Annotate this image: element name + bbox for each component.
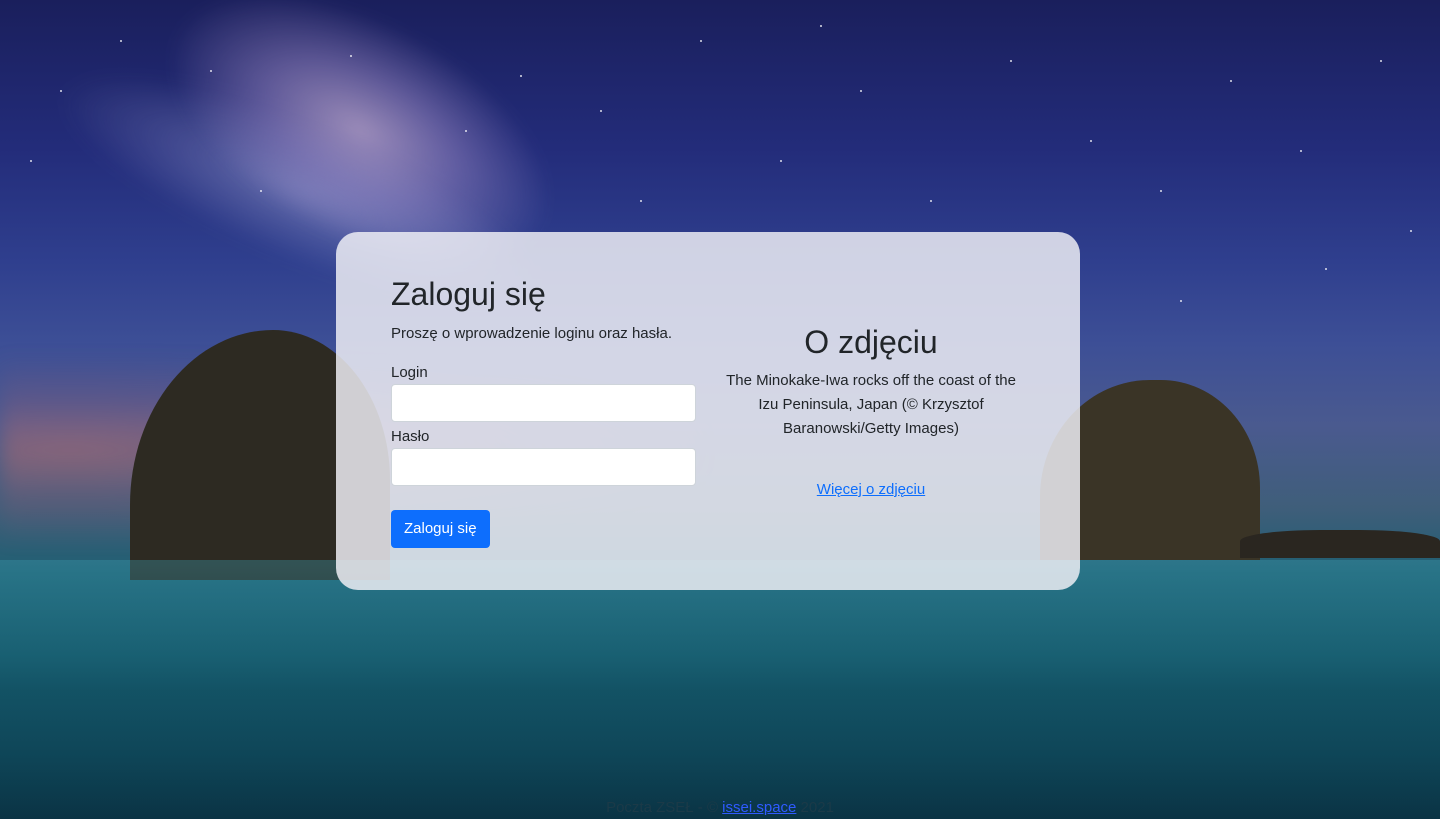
- star: [780, 160, 782, 162]
- footer: Poczta ZSEŁ - © issei.space 2021: [0, 798, 1440, 818]
- star: [1180, 300, 1182, 302]
- login-input[interactable]: [391, 384, 696, 422]
- star: [30, 160, 32, 162]
- star: [465, 130, 467, 132]
- login-title: Zaloguj się: [391, 276, 546, 312]
- star: [520, 75, 522, 77]
- star: [120, 40, 122, 42]
- photo-info-title: O zdjęciu: [804, 324, 938, 360]
- star: [350, 55, 352, 57]
- star: [1380, 60, 1382, 62]
- footer-prefix: Poczta ZSEŁ - ©: [606, 799, 718, 816]
- star: [1090, 140, 1092, 142]
- footer-year: 2021: [800, 799, 834, 816]
- photo-info: O zdjęciu The Minokake-Iwa rocks off the…: [726, 322, 1016, 499]
- star: [930, 200, 932, 202]
- star: [1230, 80, 1232, 82]
- footer-site-link[interactable]: issei.space: [722, 799, 796, 816]
- more-about-photo-link[interactable]: Więcej o zdjęciu: [817, 481, 925, 498]
- star: [860, 90, 862, 92]
- star: [600, 110, 602, 112]
- star: [820, 25, 822, 27]
- password-label: Hasło: [391, 428, 430, 445]
- star: [1410, 230, 1412, 232]
- login-label: Login: [391, 364, 428, 381]
- star: [640, 200, 642, 202]
- password-input[interactable]: [391, 448, 696, 486]
- sea-water: [0, 560, 1440, 819]
- login-button[interactable]: Zaloguj się: [391, 510, 490, 548]
- login-form: Zaloguj się Proszę o wprowadzenie loginu…: [391, 274, 696, 548]
- star: [260, 190, 262, 192]
- star: [1010, 60, 1012, 62]
- star: [1160, 190, 1162, 192]
- login-card: Zaloguj się Proszę o wprowadzenie loginu…: [336, 232, 1080, 590]
- photo-description: The Minokake-Iwa rocks off the coast of …: [726, 372, 1016, 437]
- star: [210, 70, 212, 72]
- star: [60, 90, 62, 92]
- star: [1300, 150, 1302, 152]
- small-rocks-right: [1240, 530, 1440, 558]
- star: [700, 40, 702, 42]
- star: [1325, 268, 1327, 270]
- login-subtitle: Proszę o wprowadzenie loginu oraz hasła.: [391, 325, 672, 342]
